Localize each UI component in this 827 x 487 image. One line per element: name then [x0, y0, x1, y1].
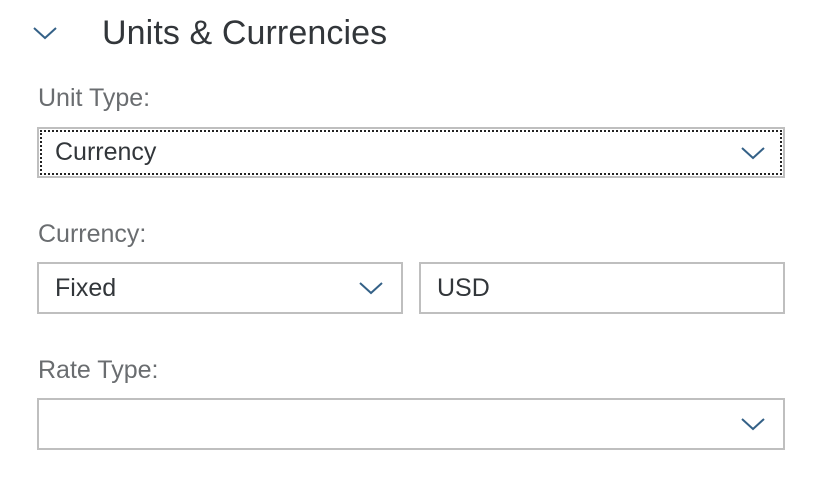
chevron-down-icon[interactable]: [723, 129, 783, 176]
unit-type-value: Currency: [55, 138, 157, 166]
unit-type-select[interactable]: Currency: [37, 127, 785, 178]
currency-code-value: USD: [437, 273, 490, 302]
currency-code-input[interactable]: USD: [419, 262, 785, 314]
currency-label: Currency:: [38, 220, 147, 248]
chevron-down-icon[interactable]: [28, 16, 62, 50]
units-currencies-panel: Units & Currencies Unit Type: Currency C…: [0, 0, 827, 487]
unit-type-label: Unit Type:: [38, 84, 151, 112]
section-title: Units & Currencies: [102, 13, 388, 52]
chevron-down-icon[interactable]: [341, 264, 401, 312]
section-header-units-currencies[interactable]: Units & Currencies: [28, 10, 387, 56]
chevron-down-icon[interactable]: [723, 400, 783, 448]
rate-type-label: Rate Type:: [38, 356, 159, 384]
currency-mode-select[interactable]: Fixed: [37, 262, 403, 314]
currency-mode-value: Fixed: [55, 273, 117, 302]
rate-type-select[interactable]: [37, 398, 785, 450]
